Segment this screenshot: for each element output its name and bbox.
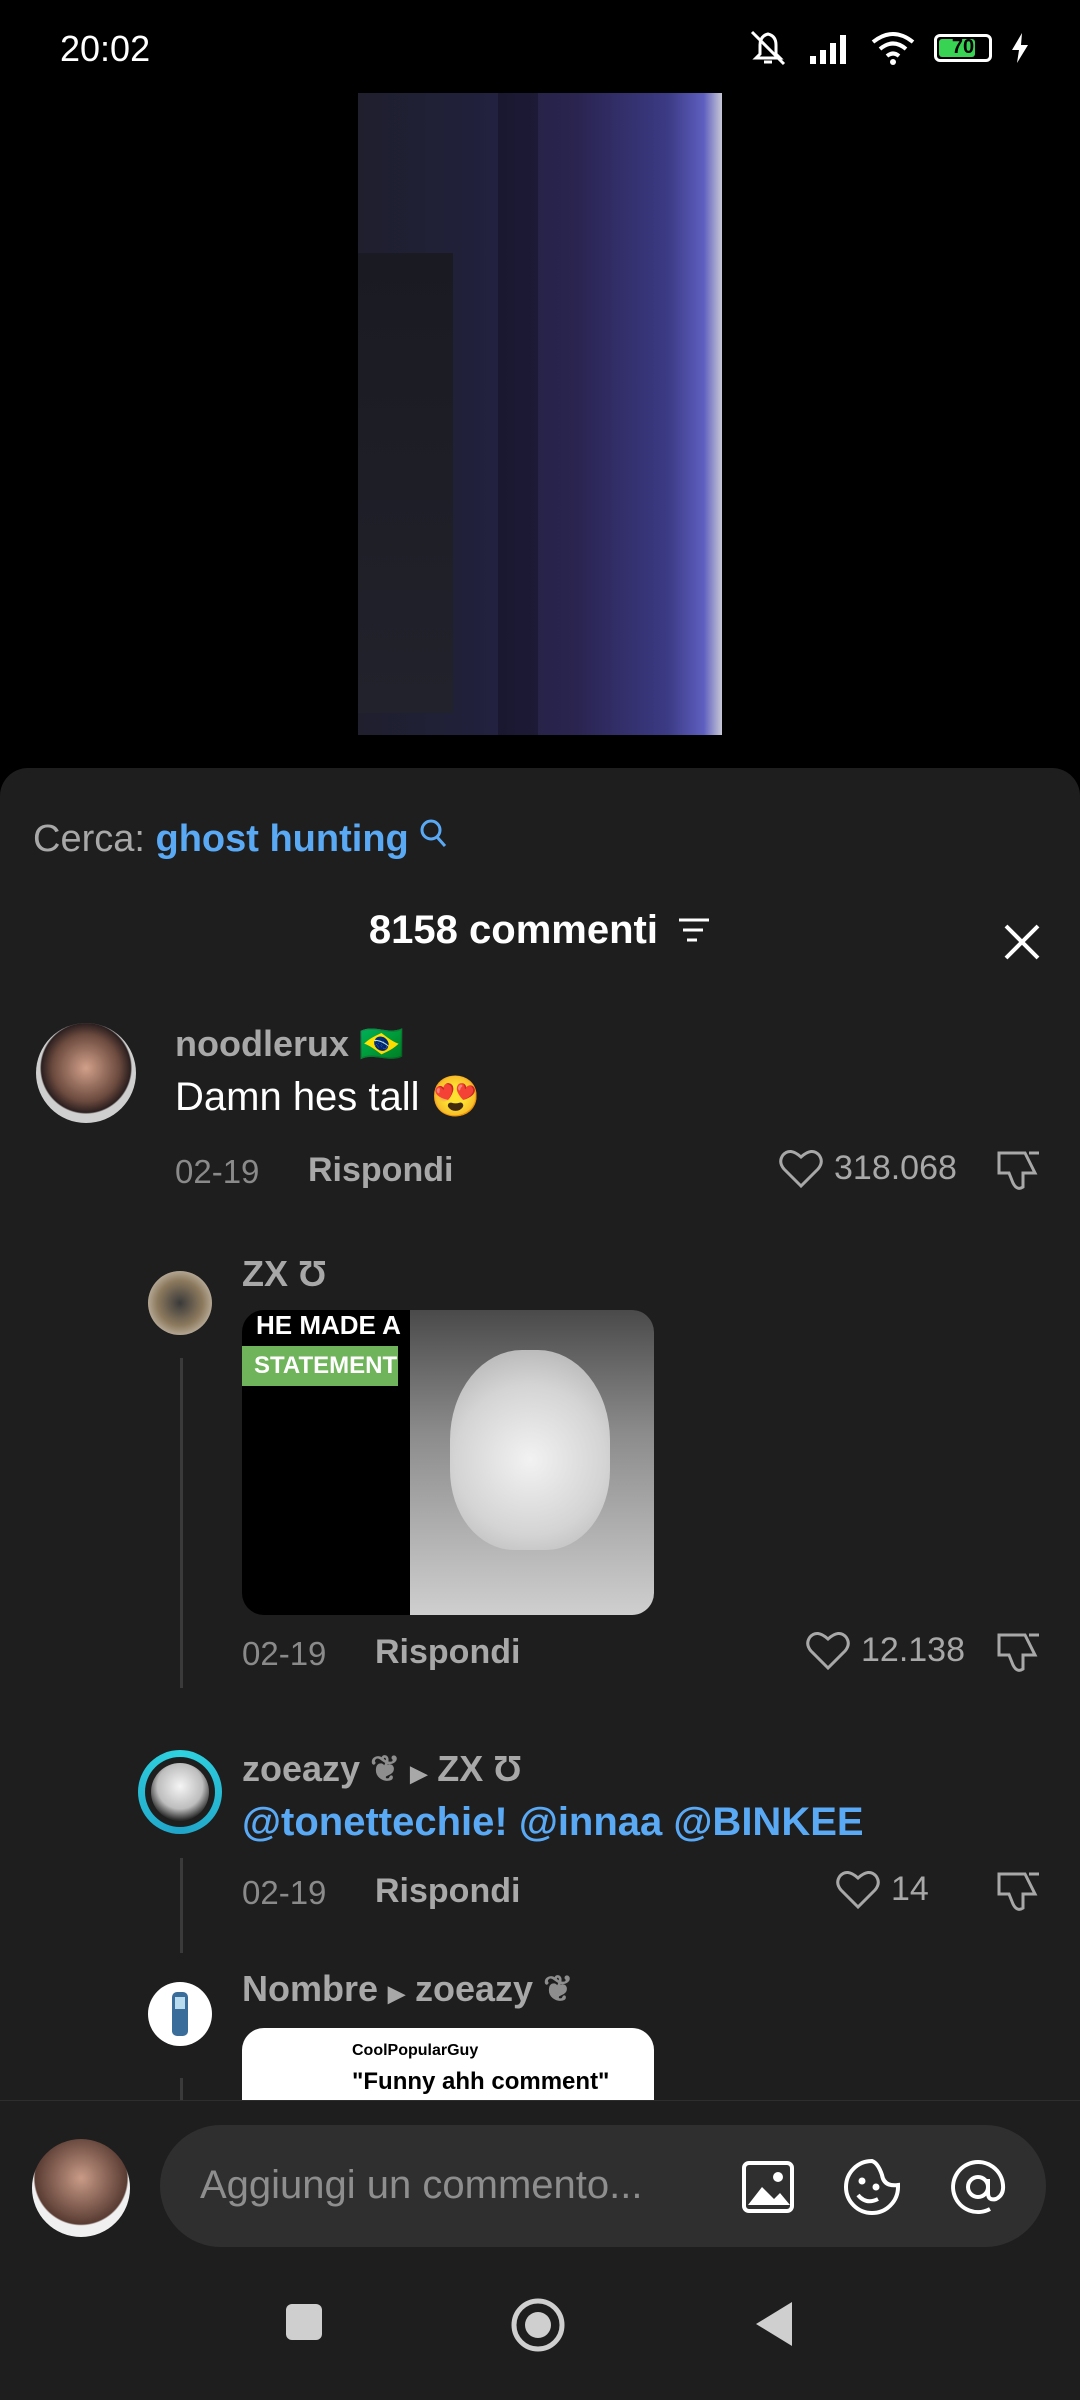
sort-filter-icon[interactable] (677, 910, 711, 955)
user-avatar[interactable] (32, 2139, 130, 2237)
comment-text: @tonettechie! @innaa @BINKEE (242, 1800, 864, 1845)
mention-link[interactable]: @innaa (519, 1800, 662, 1844)
like-button[interactable]: 12.138 (805, 1629, 965, 1671)
comment-item: noodlerux 🇧🇷 Damn hes tall 😍 02-19 Rispo… (0, 1023, 1080, 1190)
system-nav-bar (0, 2250, 1080, 2400)
status-time: 20:02 (60, 28, 151, 69)
comment-composer: Aggiungi un commento... (0, 2100, 1080, 2251)
signal-icon (810, 35, 846, 64)
avatar[interactable] (148, 1271, 212, 1335)
reply-button[interactable]: Rispondi (375, 1872, 520, 1911)
like-button[interactable]: 318.068 (778, 1147, 957, 1189)
back-button[interactable] (752, 2298, 796, 2350)
search-suggestion[interactable]: Cerca: ghost hunting (33, 818, 447, 861)
heart-icon (779, 1150, 823, 1189)
battery-indicator: 70 (934, 34, 992, 62)
status-icons: 70 (746, 28, 1030, 68)
comment-text: Damn hes tall 😍 (175, 1075, 481, 1119)
dislike-icon[interactable] (995, 1868, 1043, 1914)
comment-input[interactable]: Aggiungi un commento... (160, 2125, 1046, 2247)
emoji-sticker-icon[interactable] (842, 2157, 902, 2217)
mute-icon (750, 30, 786, 66)
mention-link[interactable]: @BINKEE (673, 1800, 863, 1844)
search-label: Cerca: (33, 818, 145, 860)
comment-username[interactable]: zoeazy ❦ ▶ ZX Ʊ (242, 1748, 522, 1790)
home-button[interactable] (509, 2296, 567, 2354)
flag-icon: 🇧🇷 (359, 1023, 404, 1064)
thread-line (180, 2078, 183, 2100)
close-icon[interactable] (998, 918, 1046, 966)
heart-icon (806, 1632, 850, 1671)
dislike-icon[interactable] (995, 1629, 1043, 1675)
search-term[interactable]: ghost hunting (155, 818, 408, 860)
avatar[interactable] (148, 1982, 212, 2046)
dislike-icon[interactable] (995, 1147, 1043, 1193)
avatar (145, 1757, 215, 1827)
comment-username[interactable]: noodlerux 🇧🇷 (175, 1023, 404, 1065)
comment-username[interactable]: Nombre ▶ zoeazy ❦ (242, 1968, 573, 2010)
comment-image[interactable]: CoolPopularGuy "Funny ahh comment" (242, 2028, 654, 2100)
dog-shape (450, 1350, 610, 1550)
heart-icon (836, 1871, 880, 1910)
comment-item: zoeazy ❦ ▶ ZX Ʊ @tonettechie! @innaa @BI… (0, 1748, 1080, 1911)
comment-username[interactable]: ZX Ʊ (242, 1253, 327, 1295)
wing-icon: ❦ (370, 1748, 401, 1789)
like-count: 14 (891, 1869, 929, 1908)
reply-to-username[interactable]: zoeazy (415, 1968, 533, 2009)
meme-caption: "Funny ahh comment" (352, 2068, 610, 2095)
mention-icon[interactable] (948, 2157, 1008, 2217)
comment-date: 02-19 (242, 1874, 327, 1911)
reply-to-username[interactable]: ZX Ʊ (437, 1748, 522, 1789)
reply-arrow-icon: ▶ (410, 1761, 428, 1786)
like-count: 318.068 (834, 1148, 957, 1187)
comment-image[interactable]: HE MADE A STATEMENT (242, 1310, 654, 1615)
reply-button[interactable]: Rispondi (375, 1633, 520, 1672)
status-bar: 20:02 70 (0, 0, 1080, 100)
video-door-shape (358, 253, 453, 713)
like-button[interactable]: 14 (835, 1868, 929, 1910)
like-count: 12.138 (861, 1630, 965, 1669)
comments-header: 8158 commenti (0, 908, 1080, 955)
wifi-icon (871, 32, 915, 65)
heart-eyes-emoji: 😍 (430, 1075, 481, 1119)
phone-icon (172, 1992, 188, 2036)
wing-icon: ❦ (543, 1968, 574, 2009)
recents-button[interactable] (282, 2300, 326, 2344)
meme-header: CoolPopularGuy (352, 2042, 479, 2059)
avatar[interactable] (36, 1023, 136, 1123)
dog-photo (410, 1310, 654, 1615)
video-preview[interactable] (358, 93, 722, 735)
comment-date: 02-19 (242, 1635, 327, 1672)
avatar-story-ring[interactable] (138, 1750, 222, 1834)
video-panel-shape (498, 93, 538, 735)
image-icon[interactable] (740, 2159, 796, 2215)
comment-date: 02-19 (175, 1153, 260, 1190)
mention-link[interactable]: @tonettechie! (242, 1800, 508, 1844)
reply-button[interactable]: Rispondi (308, 1151, 453, 1190)
charging-icon (1012, 33, 1028, 63)
comment-item: Nombre ▶ zoeazy ❦ CoolPopularGuy "Funny … (0, 1968, 1080, 2100)
search-icon (419, 819, 447, 855)
comment-item: ZX Ʊ HE MADE A STATEMENT 02-19 Rispondi … (0, 1253, 1080, 1673)
comment-input-placeholder: Aggiungi un commento... (200, 2163, 643, 2207)
reply-arrow-icon: ▶ (388, 1981, 405, 2006)
meme-caption-1: HE MADE A (256, 1310, 401, 1340)
comments-count: 8158 commenti (368, 908, 658, 952)
meme-caption-2: STATEMENT (242, 1346, 398, 1386)
battery-level: 70 (951, 36, 975, 58)
